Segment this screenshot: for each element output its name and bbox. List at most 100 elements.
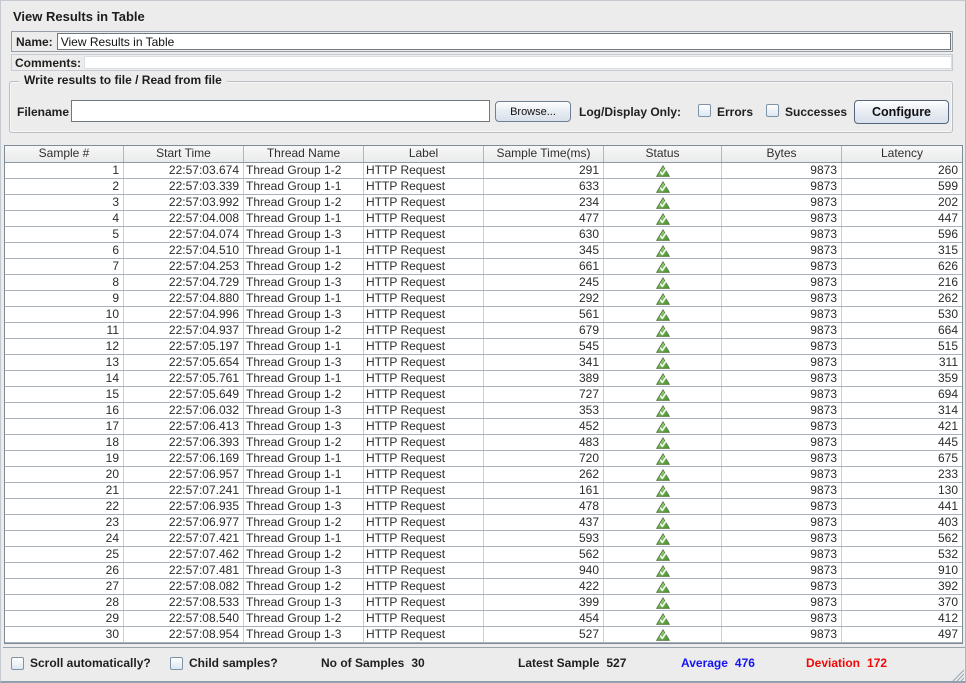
table-cell: 561 — [484, 307, 604, 322]
table-row[interactable]: 822:57:04.729Thread Group 1-3HTTP Reques… — [5, 275, 962, 291]
table-row[interactable]: 622:57:04.510Thread Group 1-1HTTP Reques… — [5, 243, 962, 259]
column-header[interactable]: Thread Name — [244, 146, 364, 162]
table-body: 122:57:03.674Thread Group 1-2HTTP Reques… — [5, 163, 962, 643]
success-icon — [656, 453, 670, 465]
filename-input[interactable] — [71, 100, 490, 122]
filename-label: Filename — [17, 105, 69, 119]
successes-checkbox[interactable] — [766, 104, 779, 117]
table-row[interactable]: 1322:57:05.654Thread Group 1-3HTTP Reque… — [5, 355, 962, 371]
success-icon — [656, 277, 670, 289]
table-cell: 9873 — [722, 499, 842, 514]
status-cell — [604, 403, 722, 418]
status-cell — [604, 259, 722, 274]
table-cell: Thread Group 1-1 — [244, 179, 364, 194]
table-row[interactable]: 322:57:03.992Thread Group 1-2HTTP Reques… — [5, 195, 962, 211]
table-cell: HTTP Request — [364, 275, 484, 290]
table-cell: 216 — [842, 275, 962, 290]
table-cell: Thread Group 1-1 — [244, 483, 364, 498]
table-cell: 421 — [842, 419, 962, 434]
status-cell — [604, 611, 722, 626]
table-row[interactable]: 1722:57:06.413Thread Group 1-3HTTP Reque… — [5, 419, 962, 435]
table-cell: 30 — [5, 627, 124, 642]
table-cell: 14 — [5, 371, 124, 386]
name-input[interactable] — [57, 33, 951, 50]
errors-checkbox[interactable] — [698, 104, 711, 117]
table-cell: 9873 — [722, 563, 842, 578]
table-cell: 661 — [484, 259, 604, 274]
browse-button[interactable]: Browse... — [495, 101, 571, 122]
status-cell — [604, 323, 722, 338]
success-icon — [656, 405, 670, 417]
table-cell: 9873 — [722, 515, 842, 530]
table-row[interactable]: 1522:57:05.649Thread Group 1-2HTTP Reque… — [5, 387, 962, 403]
table-cell: 3 — [5, 195, 124, 210]
table-row[interactable]: 2922:57:08.540Thread Group 1-2HTTP Reque… — [5, 611, 962, 627]
table-cell: HTTP Request — [364, 403, 484, 418]
comments-input[interactable] — [84, 56, 952, 69]
table-cell: Thread Group 1-3 — [244, 403, 364, 418]
table-row[interactable]: 2122:57:07.241Thread Group 1-1HTTP Reque… — [5, 483, 962, 499]
average-label: Average — [681, 656, 728, 670]
table-row[interactable]: 2322:57:06.977Thread Group 1-2HTTP Reque… — [5, 515, 962, 531]
table-row[interactable]: 2222:57:06.935Thread Group 1-3HTTP Reque… — [5, 499, 962, 515]
table-row[interactable]: 2722:57:08.082Thread Group 1-2HTTP Reque… — [5, 579, 962, 595]
column-header[interactable]: Bytes — [722, 146, 842, 162]
table-cell: 21 — [5, 483, 124, 498]
table-cell: 22:57:05.761 — [124, 371, 244, 386]
errors-checkbox-label[interactable]: Errors — [717, 105, 753, 119]
table-cell: 245 — [484, 275, 604, 290]
success-icon — [656, 373, 670, 385]
table-row[interactable]: 1222:57:05.197Thread Group 1-1HTTP Reque… — [5, 339, 962, 355]
success-icon — [656, 421, 670, 433]
scroll-automatically-checkbox[interactable] — [11, 657, 24, 670]
status-cell — [604, 563, 722, 578]
table-row[interactable]: 1922:57:06.169Thread Group 1-1HTTP Reque… — [5, 451, 962, 467]
column-header[interactable]: Status — [604, 146, 722, 162]
table-cell: 9 — [5, 291, 124, 306]
successes-checkbox-label[interactable]: Successes — [785, 105, 847, 119]
table-cell: 359 — [842, 371, 962, 386]
table-row[interactable]: 2822:57:08.533Thread Group 1-3HTTP Reque… — [5, 595, 962, 611]
column-header[interactable]: Sample # — [5, 146, 124, 162]
table-row[interactable]: 922:57:04.880Thread Group 1-1HTTP Reques… — [5, 291, 962, 307]
table-row[interactable]: 1622:57:06.032Thread Group 1-3HTTP Reque… — [5, 403, 962, 419]
average-value: 476 — [735, 656, 755, 670]
table-cell: Thread Group 1-1 — [244, 339, 364, 354]
table-cell: 22:57:04.937 — [124, 323, 244, 338]
table-cell: HTTP Request — [364, 595, 484, 610]
table-cell: 1 — [5, 163, 124, 178]
configure-button[interactable]: Configure — [854, 100, 949, 124]
column-header[interactable]: Sample Time(ms) — [484, 146, 604, 162]
log-display-only-label: Log/Display Only: — [579, 105, 681, 119]
table-row[interactable]: 2022:57:06.957Thread Group 1-1HTTP Reque… — [5, 467, 962, 483]
table-row[interactable]: 3022:57:08.954Thread Group 1-3HTTP Reque… — [5, 627, 962, 643]
table-row[interactable]: 2522:57:07.462Thread Group 1-2HTTP Reque… — [5, 547, 962, 563]
child-samples-label[interactable]: Child samples? — [189, 648, 278, 678]
table-row[interactable]: 522:57:04.074Thread Group 1-3HTTP Reques… — [5, 227, 962, 243]
table-cell: 445 — [842, 435, 962, 450]
table-cell: Thread Group 1-2 — [244, 323, 364, 338]
column-header[interactable]: Start Time — [124, 146, 244, 162]
table-row[interactable]: 1022:57:04.996Thread Group 1-3HTTP Reque… — [5, 307, 962, 323]
table-row[interactable]: 722:57:04.253Thread Group 1-2HTTP Reques… — [5, 259, 962, 275]
scroll-automatically-label[interactable]: Scroll automatically? — [30, 648, 151, 678]
table-cell: 161 — [484, 483, 604, 498]
table-row[interactable]: 122:57:03.674Thread Group 1-2HTTP Reques… — [5, 163, 962, 179]
column-header[interactable]: Label — [364, 146, 484, 162]
child-samples-checkbox[interactable] — [170, 657, 183, 670]
table-row[interactable]: 2422:57:07.421Thread Group 1-1HTTP Reque… — [5, 531, 962, 547]
column-header[interactable]: Latency — [842, 146, 962, 162]
table-row[interactable]: 2622:57:07.481Thread Group 1-3HTTP Reque… — [5, 563, 962, 579]
table-row[interactable]: 422:57:04.008Thread Group 1-1HTTP Reques… — [5, 211, 962, 227]
table-cell: 9873 — [722, 595, 842, 610]
table-cell: 22:57:04.880 — [124, 291, 244, 306]
table-cell: 20 — [5, 467, 124, 482]
table-row[interactable]: 222:57:03.339Thread Group 1-1HTTP Reques… — [5, 179, 962, 195]
table-row[interactable]: 1822:57:06.393Thread Group 1-2HTTP Reque… — [5, 435, 962, 451]
status-cell — [604, 371, 722, 386]
success-icon — [656, 341, 670, 353]
resize-grip-icon[interactable] — [949, 666, 964, 681]
table-cell: 16 — [5, 403, 124, 418]
table-row[interactable]: 1122:57:04.937Thread Group 1-2HTTP Reque… — [5, 323, 962, 339]
table-row[interactable]: 1422:57:05.761Thread Group 1-1HTTP Reque… — [5, 371, 962, 387]
